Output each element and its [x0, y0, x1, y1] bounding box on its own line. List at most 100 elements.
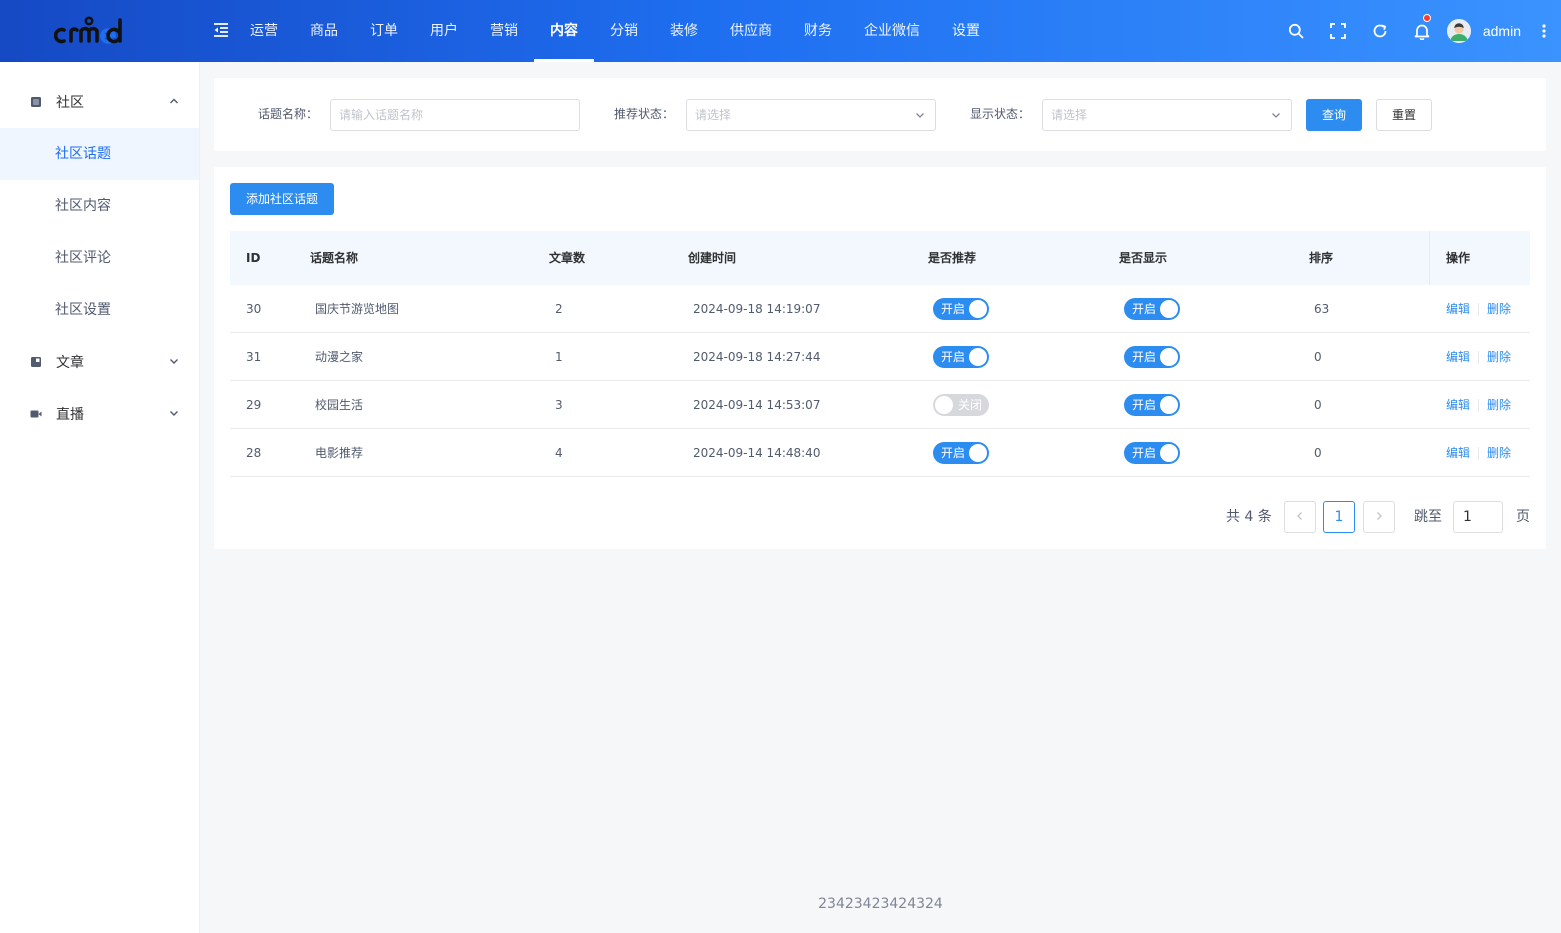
switch-knob	[1160, 300, 1178, 318]
reset-button[interactable]: 重置	[1376, 99, 1432, 131]
cell-sort: 0	[1314, 350, 1322, 364]
table-row: 29 校园生活 3 2024-09-14 14:53:07 关闭 开启 0 编辑…	[230, 381, 1530, 429]
switch-knob	[969, 300, 987, 318]
cell-article-count: 4	[555, 446, 563, 460]
sidebar-group-label: 社区	[56, 95, 84, 111]
cell-id: 31	[246, 350, 262, 364]
display-switch[interactable]: 开启	[1124, 394, 1180, 416]
user-menu[interactable]: admin	[1446, 19, 1521, 43]
delete-link[interactable]: 删除	[1487, 285, 1511, 333]
topic-name-label: 话题名称：	[258, 107, 319, 121]
crmeb-logo-mark	[54, 16, 122, 44]
cell-created-time: 2024-09-14 14:53:07	[693, 398, 821, 412]
sidebar-item-community-content[interactable]: 社区内容	[0, 180, 199, 232]
nav-content[interactable]: 内容	[534, 0, 594, 62]
display-status-select[interactable]: 请选择	[1042, 99, 1292, 131]
nav-operations[interactable]: 运营	[234, 0, 294, 62]
cell-topic-name: 电影推荐	[315, 446, 364, 460]
recommend-status-select[interactable]: 请选择	[686, 99, 936, 131]
column-header-id: ID	[246, 251, 261, 265]
query-button[interactable]: 查询	[1306, 99, 1362, 131]
chevron-down-icon	[1272, 113, 1280, 118]
prev-page-button[interactable]	[1284, 501, 1316, 533]
edit-link[interactable]: 编辑	[1446, 333, 1470, 381]
jump-to-label: 跳至	[1414, 509, 1442, 525]
more-vertical-icon[interactable]	[1527, 0, 1561, 62]
nav-settings[interactable]: 设置	[936, 0, 996, 62]
nav-orders[interactable]: 订单	[354, 0, 414, 62]
switch-knob	[969, 348, 987, 366]
cell-sort: 63	[1314, 302, 1330, 316]
display-switch[interactable]: 开启	[1124, 346, 1180, 368]
column-header-created-time: 创建时间	[688, 251, 737, 265]
crmeb-logo[interactable]	[0, 0, 200, 62]
recommend-switch[interactable]: 开启	[933, 298, 989, 320]
bell-icon[interactable]	[1401, 0, 1443, 62]
nav-wecom[interactable]: 企业微信	[848, 0, 936, 62]
sidebar-group-label: 直播	[56, 407, 84, 423]
display-switch[interactable]: 开启	[1124, 442, 1180, 464]
sidebar-item-community-settings[interactable]: 社区设置	[0, 284, 199, 336]
community-icon	[31, 97, 41, 107]
topics-table: ID 话题名称 文章数 创建时间 是否推荐 是否显示 排序 操作 30 国庆节游…	[230, 231, 1530, 477]
column-header-sort: 排序	[1309, 251, 1334, 265]
sidebar-item-community-topics[interactable]: 社区话题	[0, 128, 199, 180]
page-number-button[interactable]: 1	[1323, 501, 1355, 533]
search-icon[interactable]	[1275, 0, 1317, 62]
topic-name-input[interactable]: 请输入话题名称	[330, 99, 580, 131]
sidebar-group-community[interactable]: 社区	[0, 76, 199, 128]
sidebar-group-label: 文章	[56, 355, 84, 371]
cell-created-time: 2024-09-18 14:19:07	[693, 302, 821, 316]
add-topic-button[interactable]: 添加社区话题	[230, 183, 334, 215]
article-icon	[31, 357, 41, 367]
chevron-down-icon	[170, 411, 178, 416]
jump-page-input[interactable]: 1	[1453, 501, 1503, 533]
nav-supplier[interactable]: 供应商	[714, 0, 788, 62]
cell-sort: 0	[1314, 446, 1322, 460]
refresh-icon[interactable]	[1359, 0, 1401, 62]
header-tools: admin	[1275, 0, 1561, 62]
page-suffix-label: 页	[1516, 509, 1530, 525]
delete-link[interactable]: 删除	[1487, 333, 1511, 381]
notification-dot	[1422, 14, 1431, 22]
nav-users[interactable]: 用户	[414, 0, 474, 62]
nav-distribution[interactable]: 分销	[594, 0, 654, 62]
table-row: 28 电影推荐 4 2024-09-14 14:48:40 开启 开启 0 编辑…	[230, 429, 1530, 477]
recommend-switch[interactable]: 开启	[933, 442, 989, 464]
sidebar-group-live[interactable]: 直播	[0, 388, 199, 440]
recommend-switch[interactable]: 关闭	[933, 394, 989, 416]
nav-decoration[interactable]: 装修	[654, 0, 714, 62]
switch-knob	[935, 396, 953, 414]
action-divider	[1478, 399, 1479, 412]
switch-text: 开启	[941, 350, 966, 364]
chevron-down-icon	[170, 359, 178, 364]
select-placeholder: 请选择	[695, 108, 732, 122]
recommend-switch[interactable]: 开启	[933, 346, 989, 368]
top-header: 运营 商品 订单 用户 营销 内容 分销 装修 供应商 财务 企业微信 设置 a…	[0, 0, 1561, 62]
edit-link[interactable]: 编辑	[1446, 429, 1470, 477]
nav-finance[interactable]: 财务	[788, 0, 848, 62]
delete-link[interactable]: 删除	[1487, 429, 1511, 477]
switch-knob	[1160, 348, 1178, 366]
pagination-total: 共 4 条	[1226, 509, 1272, 525]
switch-text: 开启	[1132, 350, 1157, 364]
delete-link[interactable]: 删除	[1487, 381, 1511, 429]
next-page-button[interactable]	[1363, 501, 1395, 533]
avatar	[1446, 19, 1471, 43]
sidebar-item-community-comments[interactable]: 社区评论	[0, 232, 199, 284]
fullscreen-icon[interactable]	[1317, 0, 1359, 62]
cell-created-time: 2024-09-14 14:48:40	[693, 446, 821, 460]
display-switch[interactable]: 开启	[1124, 298, 1180, 320]
action-divider	[1478, 351, 1479, 364]
switch-knob	[969, 444, 987, 462]
chevron-down-icon	[916, 113, 924, 118]
menu-collapse-icon[interactable]	[212, 21, 230, 39]
edit-link[interactable]: 编辑	[1446, 285, 1470, 333]
edit-link[interactable]: 编辑	[1446, 381, 1470, 429]
live-icon	[30, 410, 42, 418]
sidebar-group-article[interactable]: 文章	[0, 336, 199, 388]
nav-products[interactable]: 商品	[294, 0, 354, 62]
cell-topic-name: 国庆节游览地图	[315, 302, 400, 316]
action-divider	[1478, 303, 1479, 316]
nav-marketing[interactable]: 营销	[474, 0, 534, 62]
